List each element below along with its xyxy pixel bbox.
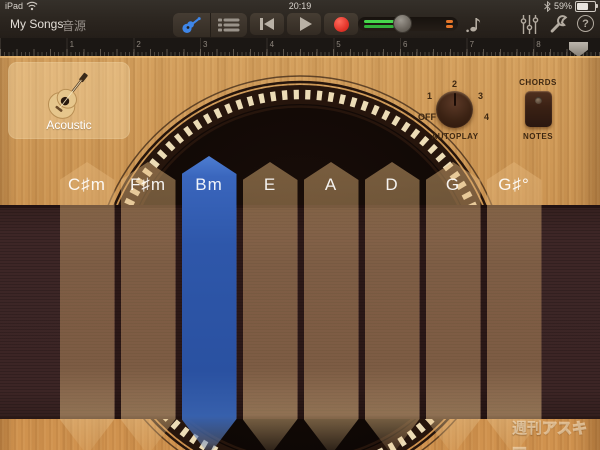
autoplay-off-label: OFF xyxy=(418,112,436,122)
bar-number: 7 xyxy=(469,40,475,49)
strip-gap-shadow xyxy=(297,205,304,419)
instrument-card[interactable]: Acoustic xyxy=(8,62,130,139)
mixer-sliders-icon[interactable] xyxy=(520,14,539,35)
battery-icon xyxy=(575,0,598,12)
strip-gap-shadow xyxy=(480,205,487,419)
bar-number: 2 xyxy=(136,40,141,49)
bar-number: 1 xyxy=(69,40,75,49)
strip-gap-shadow xyxy=(114,205,121,419)
tracks-view-icon xyxy=(217,18,240,32)
chord-strip-G[interactable]: G xyxy=(426,162,481,450)
chord-strip-D[interactable]: D xyxy=(365,162,420,450)
clip-led-top xyxy=(446,20,453,23)
garageband-smart-guitar-screen: iPad 20:19 59% My Songs 音源 ? 1 2 3 4 5 6… xyxy=(0,0,600,450)
chord-label: D xyxy=(385,175,399,194)
rewind-icon xyxy=(260,18,274,30)
clip-led-bottom xyxy=(446,25,453,28)
clock: 20:19 xyxy=(288,1,312,11)
acoustic-guitar-image xyxy=(47,72,88,119)
instrument-name: Acoustic xyxy=(46,118,92,132)
chord-label: E xyxy=(263,175,277,194)
timeline-ruler[interactable]: 1 2 3 4 5 6 7 8 xyxy=(0,38,600,56)
autoplay-pos-3: 3 xyxy=(478,91,484,101)
chord-strip-A[interactable]: A xyxy=(304,162,359,450)
chord-strip-Bm[interactable]: Bm xyxy=(182,156,237,450)
wrench-icon[interactable] xyxy=(549,14,570,35)
autoplay-control: OFF 1 2 3 4 AUTOPLAY xyxy=(416,76,494,144)
chord-label: A xyxy=(324,175,338,194)
strip-gap-shadow xyxy=(175,205,182,419)
bar-number: 3 xyxy=(202,40,208,49)
chord-strip-Fsharpm[interactable]: F♯m xyxy=(121,162,176,450)
autoplay-pos-1: 1 xyxy=(427,91,433,101)
autoplay-title: AUTOPLAY xyxy=(431,132,479,141)
notes-label: NOTES xyxy=(522,132,554,141)
watermark-part1: 週刊 xyxy=(512,420,543,437)
volume-knob[interactable] xyxy=(393,14,412,33)
knob-pointer xyxy=(453,93,456,106)
chord-label: F♯m xyxy=(129,175,167,194)
chords-notes-switch-group: CHORDS NOTES xyxy=(512,76,564,144)
play-button[interactable] xyxy=(287,13,321,35)
strip-gap-shadow xyxy=(419,205,426,419)
strip-gap-shadow xyxy=(236,205,243,419)
record-icon xyxy=(333,16,349,32)
chord-label: G xyxy=(445,175,461,194)
my-songs-button[interactable]: My Songs xyxy=(10,17,63,31)
instruments-button[interactable]: 音源 xyxy=(62,17,86,34)
autoplay-pos-2: 2 xyxy=(452,79,458,89)
watermark: 週刊アスキー xyxy=(511,417,600,450)
play-icon xyxy=(299,17,312,31)
help-icon[interactable]: ? xyxy=(577,15,594,32)
note-monitor-icon[interactable] xyxy=(465,14,485,34)
top-chrome: iPad 20:19 59% My Songs 音源 ? xyxy=(0,0,600,38)
switch-indicator-dot xyxy=(535,97,542,104)
guitar-instrument-icon xyxy=(182,17,201,33)
bar-number: 4 xyxy=(269,40,275,49)
autoplay-knob[interactable] xyxy=(436,91,473,128)
bar-number: 5 xyxy=(336,40,341,49)
instrument-view-button[interactable] xyxy=(173,13,211,37)
chord-label: C♯m xyxy=(68,175,106,194)
level-led-bottom xyxy=(364,25,394,28)
chords-label: CHORDS xyxy=(519,78,557,87)
battery-percent: 59% xyxy=(553,1,572,11)
chord-strip-E[interactable]: E xyxy=(243,162,298,450)
level-led-top xyxy=(364,20,394,23)
chord-label: Bm xyxy=(195,175,223,194)
chord-strip-Gsharpdim[interactable]: G♯° xyxy=(487,162,542,450)
autoplay-pos-4: 4 xyxy=(484,112,490,122)
bar-number: 8 xyxy=(536,40,541,49)
rewind-button[interactable] xyxy=(250,13,284,35)
guitar-body: C♯m F♯m Bm E A D G G♯° Acoustic OFF 1 2 3 xyxy=(0,56,600,450)
strip-gap-shadow xyxy=(358,205,365,419)
status-bar: iPad 20:19 59% xyxy=(0,0,600,12)
chord-label: G♯° xyxy=(498,175,530,194)
master-volume-slider[interactable] xyxy=(358,14,458,33)
toolbar: My Songs 音源 ? xyxy=(0,12,600,38)
tracks-view-button[interactable] xyxy=(211,13,248,37)
bluetooth-icon xyxy=(544,0,551,12)
chords-notes-switch[interactable] xyxy=(525,91,552,127)
record-button[interactable] xyxy=(324,13,358,35)
chord-strip-Csharpm[interactable]: C♯m xyxy=(60,162,115,450)
bar-number: 6 xyxy=(402,40,408,49)
view-segmented-control xyxy=(173,13,247,37)
